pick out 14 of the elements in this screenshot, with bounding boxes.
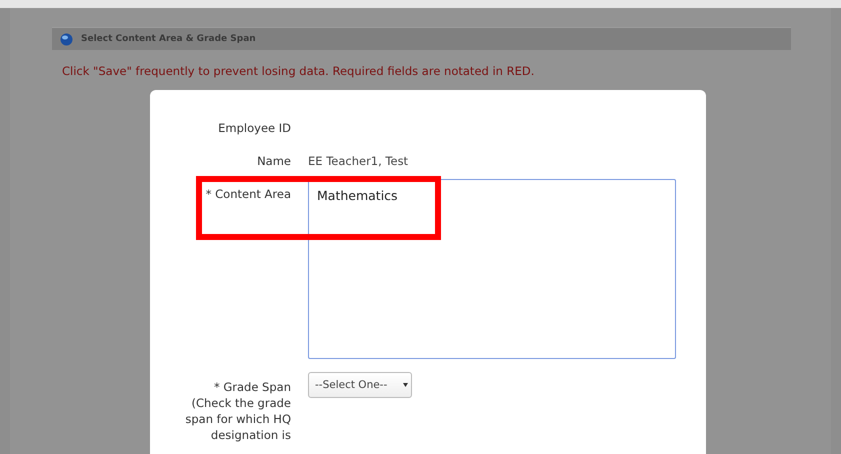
caret-icon [403,382,408,388]
field-label: (Check the grade [192,395,291,411]
panel-title: Select Content Area & Grade Span [81,34,256,44]
field-value: EE Teacher1, Test [308,153,410,169]
grade-span-select[interactable]: --Select One-- [308,372,412,398]
notice-text: Click "Save" frequently to prevent losing data. Required fields are notated in RED. [61,63,536,76]
globe-icon [60,32,73,46]
field-label: Employee ID [218,120,291,136]
field-label: span for which HQ [185,411,291,427]
field-label: * Content Area [206,186,291,202]
content-area-field[interactable]: Mathematics [308,179,676,359]
field-label: Name [257,153,291,169]
field-label: designation is [210,427,291,443]
field-label: * Grade Span [214,379,291,395]
